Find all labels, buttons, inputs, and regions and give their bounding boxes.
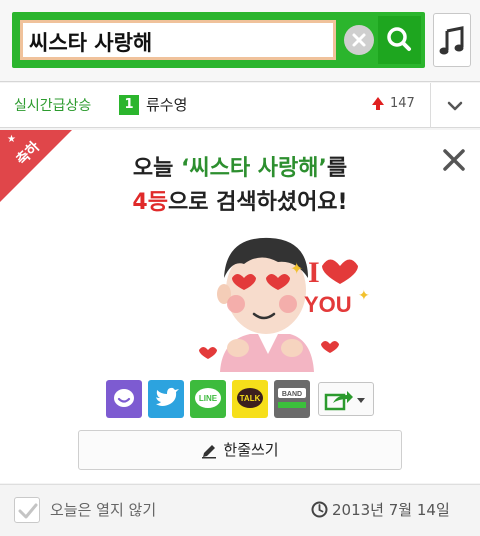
star-icon: ★ [7, 134, 16, 145]
line-icon: LINE [195, 388, 221, 408]
divider [430, 83, 431, 128]
ranking-count: 147 [390, 96, 415, 111]
search-input[interactable]: 씨스타 사랑해 [20, 20, 336, 60]
ranking-position: 1 [119, 95, 139, 115]
congrats-popup: ★ 축하 오늘 ‘씨스타 사랑해’를 4등으로 검색하셨어요! I YOU ✦ … [0, 130, 480, 483]
clock-icon [311, 501, 328, 518]
share-twitter-button[interactable] [148, 380, 184, 418]
share-comment-button[interactable] [106, 380, 142, 418]
ranking-title: 실시간급상승 [14, 98, 92, 114]
share-line-button[interactable]: LINE [190, 380, 226, 418]
svg-text:LINE: LINE [199, 394, 218, 403]
popup-headline: 오늘 ‘씨스타 사랑해’를 4등으로 검색하셨어요! [0, 152, 480, 220]
pencil-icon [202, 444, 217, 458]
search-query: 씨스타 사랑해 [29, 31, 153, 55]
footer-date: 2013년 7월 14일 [332, 501, 450, 519]
headline-line-1: 오늘 ‘씨스타 사랑해’를 [0, 152, 480, 186]
sticker-i: I [308, 256, 320, 289]
rank-up-icon-stem [376, 104, 380, 110]
search-icon [387, 27, 411, 51]
share-icon [324, 391, 365, 411]
share-more-button[interactable] [318, 382, 374, 416]
share-kakaotalk-button[interactable]: TALK [232, 380, 268, 418]
headline-suffix-1: 를 [326, 156, 348, 181]
svg-text:TALK: TALK [240, 394, 261, 403]
write-label: 한줄쓰기 [223, 441, 279, 459]
search-button[interactable] [378, 16, 421, 64]
headline-keyword: ‘씨스타 사랑해’ [181, 156, 327, 181]
music-note-icon [439, 26, 464, 55]
sticker-you: YOU [304, 292, 352, 317]
share-band-button[interactable]: BAND [274, 380, 310, 418]
love-sticker-illustration: I YOU ✦ ✦ [199, 237, 370, 372]
search-header: 씨스타 사랑해 [0, 0, 480, 82]
headline-suffix-2: 으로 검색하셨어요! [167, 190, 348, 215]
kakaotalk-icon: TALK [237, 388, 263, 408]
headline-rank: 4등 [132, 190, 168, 215]
dont-open-today-checkbox[interactable] [14, 497, 40, 523]
svg-text:BAND: BAND [282, 391, 302, 398]
headline-line-2: 4등으로 검색하셨어요! [0, 186, 480, 220]
search-box: 씨스타 사랑해 [12, 12, 425, 68]
chevron-down-icon[interactable] [446, 97, 464, 115]
popup-footer: 오늘은 열지 않기 2013년 7월 14일 [0, 484, 480, 536]
checkmark-icon [18, 503, 38, 519]
band-icon: BAND [278, 388, 306, 408]
twitter-bird-icon [156, 387, 179, 406]
clear-search-button[interactable] [344, 25, 374, 55]
svg-text:✦: ✦ [358, 288, 370, 304]
ranking-keyword[interactable]: 류수영 [146, 94, 187, 115]
write-one-line-button[interactable]: 한줄쓰기 [78, 430, 402, 470]
close-icon [352, 33, 366, 47]
realtime-ranking-bar[interactable]: 실시간급상승 1 류수영 147 [0, 83, 480, 128]
dont-open-today-label[interactable]: 오늘은 열지 않기 [50, 499, 156, 520]
music-search-button[interactable] [433, 13, 471, 67]
svg-text:✦: ✦ [290, 259, 303, 278]
headline-prefix: 오늘 [132, 156, 182, 181]
chat-bubble-icon [114, 389, 134, 407]
